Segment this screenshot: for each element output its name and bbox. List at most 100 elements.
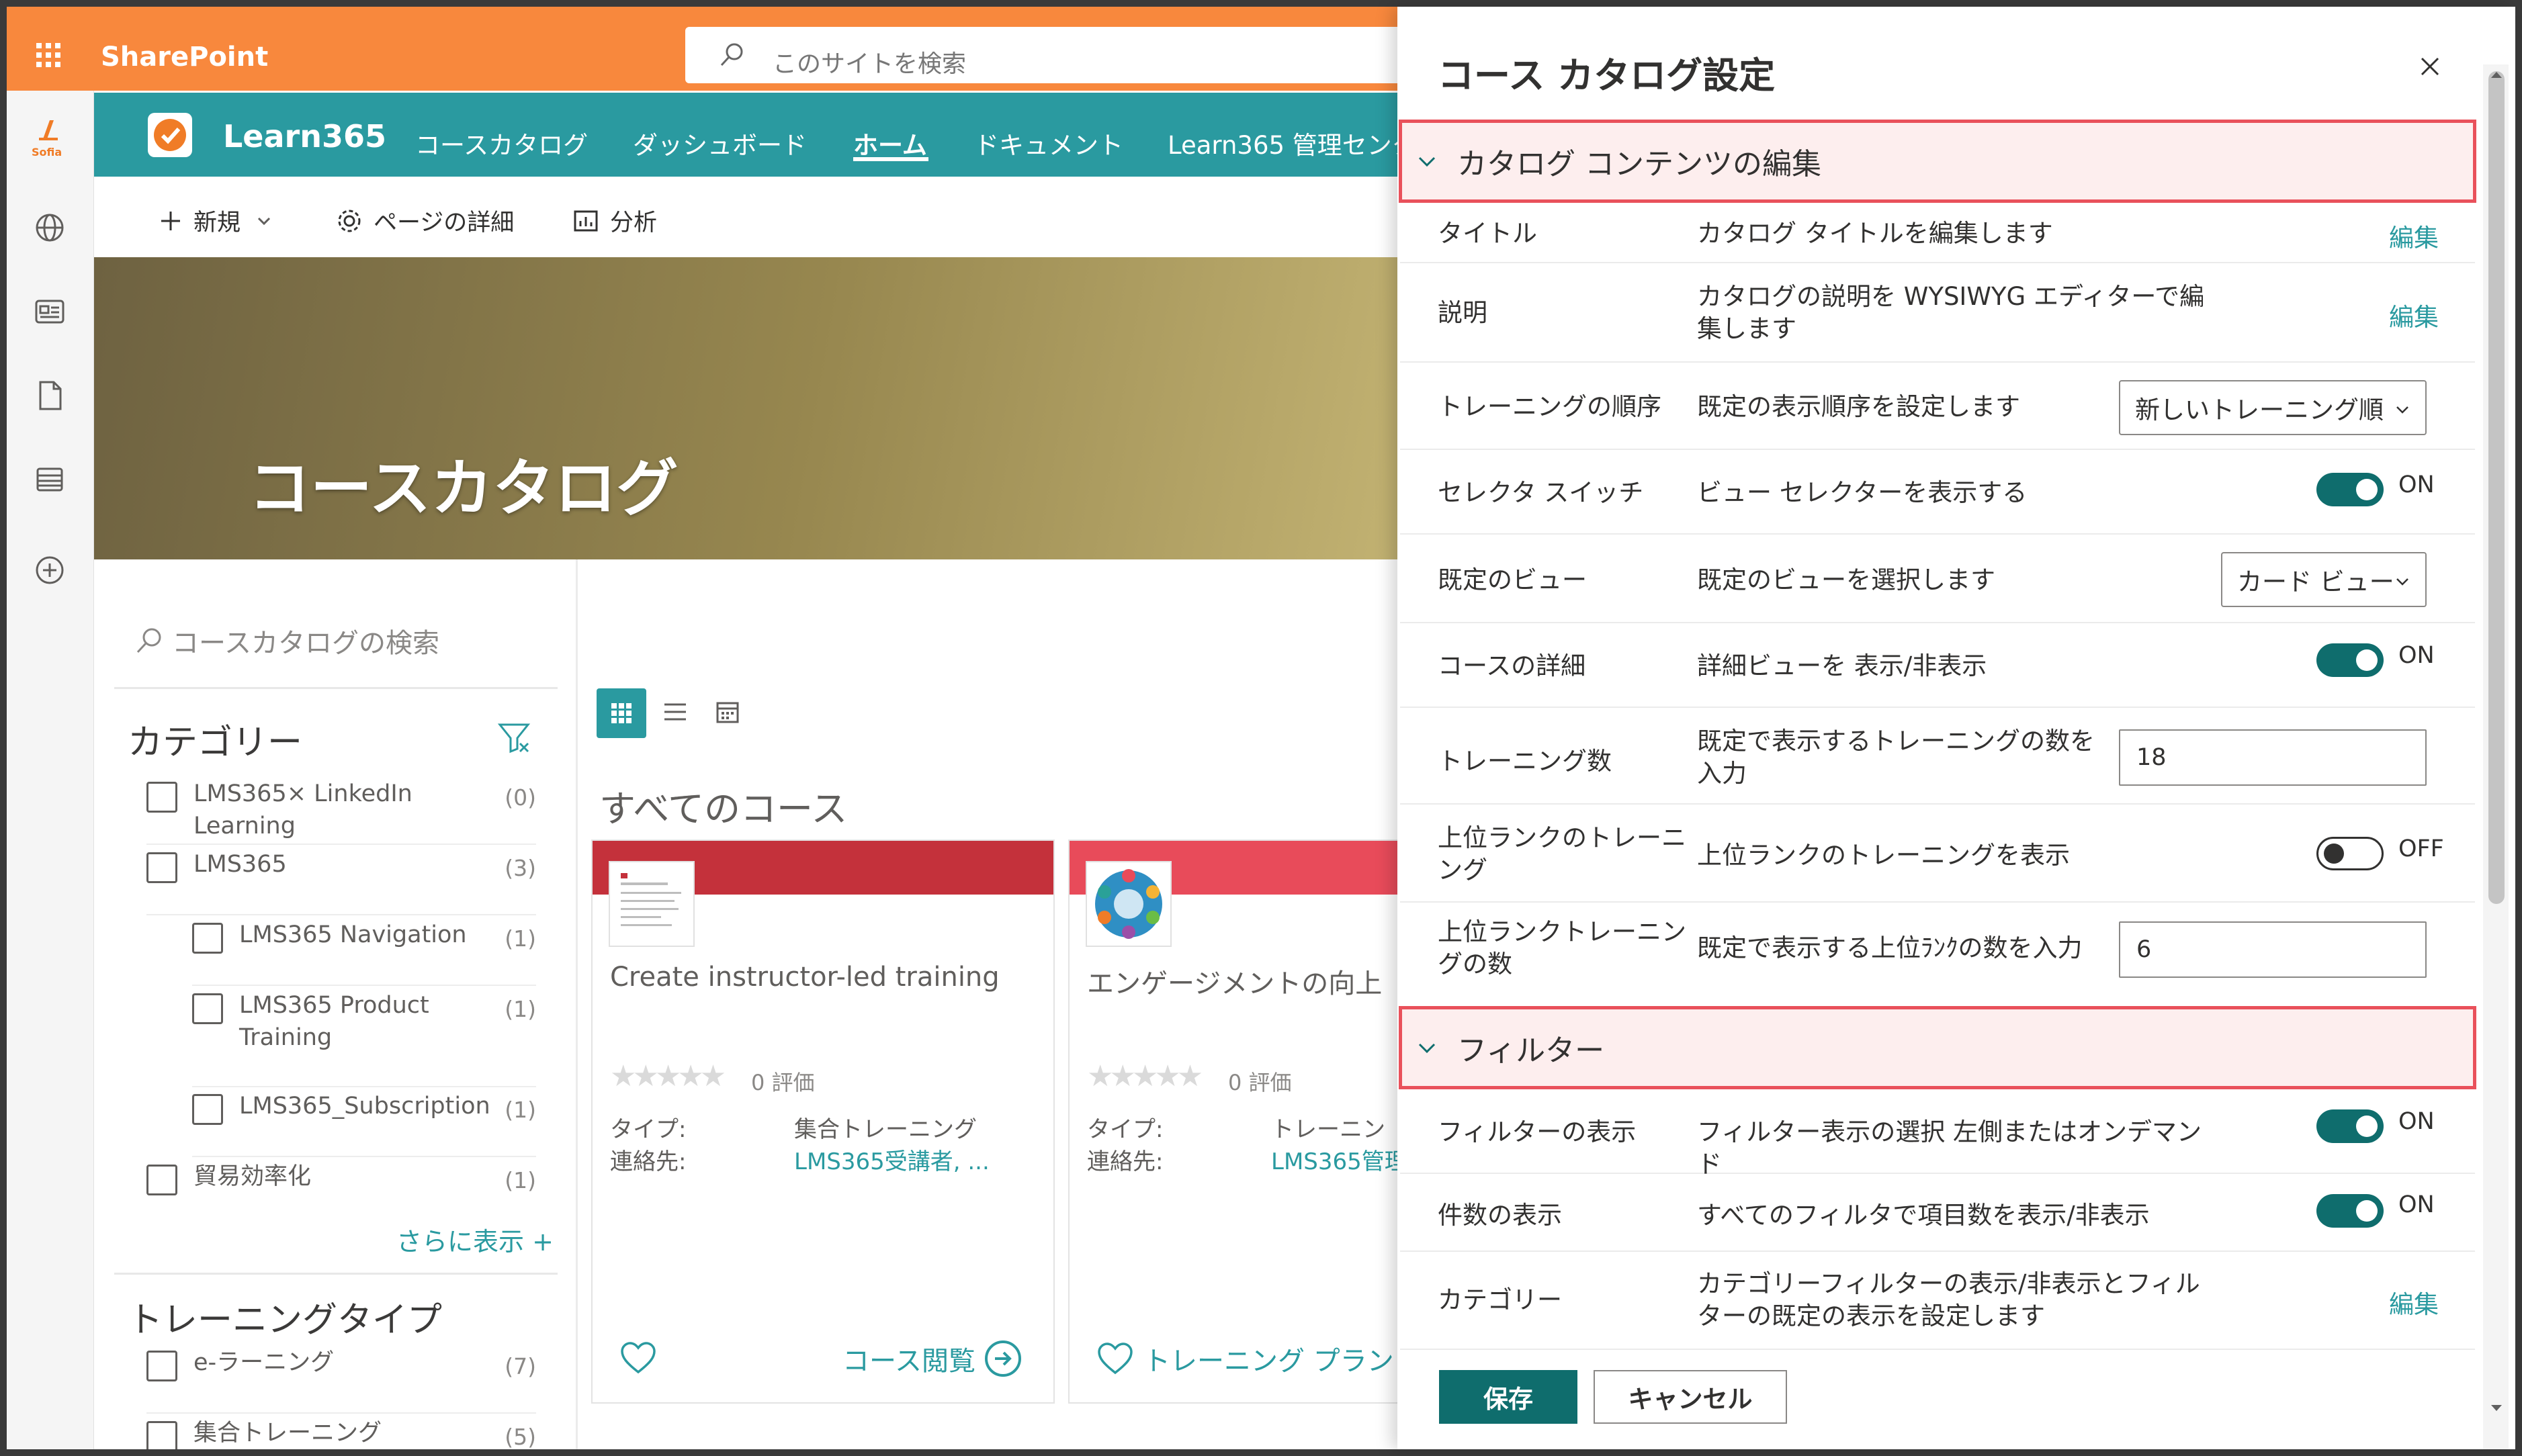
document-icon[interactable] — [34, 379, 66, 412]
checkbox[interactable] — [192, 1094, 223, 1125]
site-title[interactable]: Learn365 — [223, 118, 386, 154]
category-filter-item[interactable]: LMS365_Subscription (1) — [192, 1090, 536, 1157]
checkbox[interactable] — [146, 1421, 177, 1449]
checkbox[interactable] — [146, 782, 177, 813]
edit-category-link[interactable]: 編集 — [2389, 1284, 2439, 1320]
setting-label: 説明 — [1438, 298, 1487, 327]
contact-value-link[interactable]: LMS365管理 — [1271, 1143, 1407, 1176]
show-more-link[interactable]: さらに表示 + — [396, 1221, 554, 1258]
cancel-button[interactable]: キャンセル — [1594, 1370, 1787, 1424]
list-view-icon[interactable] — [662, 698, 689, 725]
setting-description: すべてのフィルタで項目数を表示/非表示 — [1697, 1201, 2150, 1230]
course-title[interactable]: Create instructor-led training — [610, 962, 1000, 993]
page-details-button[interactable]: ページの詳細 — [336, 203, 514, 238]
close-icon[interactable] — [2419, 55, 2441, 78]
nav-course-catalog[interactable]: コースカタログ — [415, 125, 588, 161]
contact-label: 連絡先: — [610, 1148, 687, 1175]
scroll-up-icon[interactable] — [2490, 70, 2503, 79]
type-value: トレーニン — [1271, 1116, 1385, 1143]
checkbox[interactable] — [146, 1351, 177, 1381]
nav-dashboard[interactable]: ダッシュボード — [633, 125, 807, 161]
training-plan-button[interactable]: トレーニング プラン — [1096, 1339, 1394, 1378]
scroll-down-icon[interactable] — [2490, 1404, 2503, 1413]
setting-label: 件数の表示 — [1438, 1201, 1562, 1230]
app-launcher-icon[interactable] — [35, 42, 62, 69]
add-circle-icon[interactable] — [34, 554, 66, 586]
training-count-input[interactable]: 18 — [2119, 729, 2427, 786]
setting-label: 上位ランクのトレーニング — [1438, 823, 1686, 884]
catalog-search-input[interactable]: コースカタログの検索 — [134, 621, 439, 660]
checkbox[interactable] — [192, 923, 223, 954]
list-icon[interactable] — [34, 463, 66, 496]
edit-description-link[interactable]: 編集 — [2389, 297, 2439, 333]
section-title: フィルター — [1457, 1034, 1605, 1068]
category-label: 貿易効率化 — [193, 1163, 312, 1190]
setting-label: コースの詳細 — [1438, 651, 1586, 680]
section-filter[interactable]: フィルター — [1399, 1006, 2476, 1089]
category-count: (1) — [505, 925, 536, 952]
category-filter-item[interactable]: 貿易効率化 (1) — [146, 1161, 536, 1228]
learn365-logo-icon[interactable] — [148, 113, 192, 157]
grid-view-button[interactable] — [597, 688, 646, 738]
category-label: LMS365× LinkedIn Learning — [193, 780, 412, 839]
app-name[interactable]: SharePoint — [101, 42, 268, 73]
pane-title: コース カタログ設定 — [1438, 54, 1776, 97]
setting-description: カタログ タイトルを編集します — [1697, 219, 2053, 248]
search-icon — [136, 628, 161, 653]
show-count-toggle[interactable] — [2316, 1194, 2384, 1228]
category-filter-item[interactable]: LMS365× LinkedIn Learning (0) — [146, 778, 536, 845]
contact-value-link[interactable]: LMS365受講者, ... — [794, 1143, 990, 1176]
category-filter-item[interactable]: LMS365 Product Training (1) — [192, 989, 536, 1087]
pane-footer: 保存 キャンセル — [1397, 1354, 2483, 1449]
top-ranked-count-input[interactable]: 6 — [2119, 921, 2427, 978]
training-type-heading: トレーニングタイプ — [128, 1300, 443, 1340]
filter-panel: コースカタログの検索 カテゴリー LMS365× LinkedIn Learni… — [94, 559, 578, 1449]
course-title[interactable]: エンゲージメントの向上 — [1087, 962, 1382, 1001]
setting-label: フィルターの表示 — [1438, 1118, 1637, 1146]
analytics-button[interactable]: 分析 — [572, 203, 657, 238]
globe-icon[interactable] — [34, 212, 66, 244]
setting-label: 上位ランクトレーニングの数 — [1438, 917, 1686, 979]
scrollbar-thumb[interactable] — [2488, 71, 2505, 904]
calendar-view-icon[interactable] — [714, 698, 741, 725]
checkbox[interactable] — [146, 1165, 177, 1195]
checkbox[interactable] — [146, 852, 177, 883]
search-icon — [719, 42, 746, 69]
checkbox[interactable] — [192, 993, 223, 1024]
selector-switch-toggle[interactable] — [2316, 473, 2384, 506]
training-type-filter-item[interactable]: 集合トレーニング (5) — [146, 1417, 536, 1449]
course-details-toggle[interactable] — [2316, 643, 2384, 677]
news-icon[interactable] — [34, 295, 66, 328]
section-catalog-content[interactable]: カタログ コンテンツの編集 — [1399, 120, 2476, 203]
category-heading: カテゴリー — [128, 723, 303, 763]
setting-label: セレクタ スイッチ — [1438, 478, 1644, 507]
course-card[interactable]: Create instructor-led training ★★★★★ 0 評… — [591, 839, 1055, 1404]
setting-row-training-count: トレーニング数 既定で表示するトレーニングの数を入力 18 — [1400, 708, 2475, 805]
nav-documents[interactable]: ドキュメント — [974, 125, 1123, 161]
analytics-label: 分析 — [610, 210, 658, 236]
default-view-dropdown[interactable]: カード ビュー — [2221, 552, 2427, 607]
sofia-logo-icon[interactable] — [34, 119, 63, 146]
category-filter-item[interactable]: LMS365 Navigation (1) — [192, 919, 536, 986]
new-button[interactable]: 新規 — [159, 203, 284, 238]
category-count: (3) — [505, 855, 536, 881]
filter-display-toggle[interactable] — [2316, 1109, 2384, 1143]
favorite-heart-icon[interactable] — [619, 1341, 657, 1375]
chevron-down-icon — [1418, 1043, 1436, 1054]
training-order-dropdown[interactable]: 新しいトレーニング順 — [2119, 380, 2427, 435]
category-filter-item[interactable]: LMS365 (3) — [146, 848, 536, 915]
star-rating-icons: ★★★★★ — [1087, 1059, 1203, 1093]
nav-home[interactable]: ホーム — [853, 125, 927, 161]
top-ranked-toggle[interactable] — [2316, 837, 2384, 870]
filter-icon[interactable] — [497, 721, 531, 754]
edit-title-link[interactable]: 編集 — [2389, 218, 2439, 254]
default-view-value: カード ビュー — [2237, 567, 2394, 596]
toggle-state-label: ON — [2398, 471, 2435, 498]
save-button[interactable]: 保存 — [1439, 1370, 1577, 1424]
training-type-filter-item[interactable]: e-ラーニング (7) — [146, 1347, 536, 1414]
setting-row-course-details: コースの詳細 詳細ビューを 表示/非表示 ON — [1400, 623, 2475, 708]
view-course-button[interactable]: コース閲覧 — [842, 1339, 1023, 1378]
chevron-down-icon — [257, 217, 271, 225]
course-card[interactable]: エンゲージメントの向上 ★★★★★ 0 評価 タイプ: トレーニン 連絡先: L… — [1068, 839, 1418, 1404]
type-label: タイプ: — [1087, 1116, 1164, 1143]
